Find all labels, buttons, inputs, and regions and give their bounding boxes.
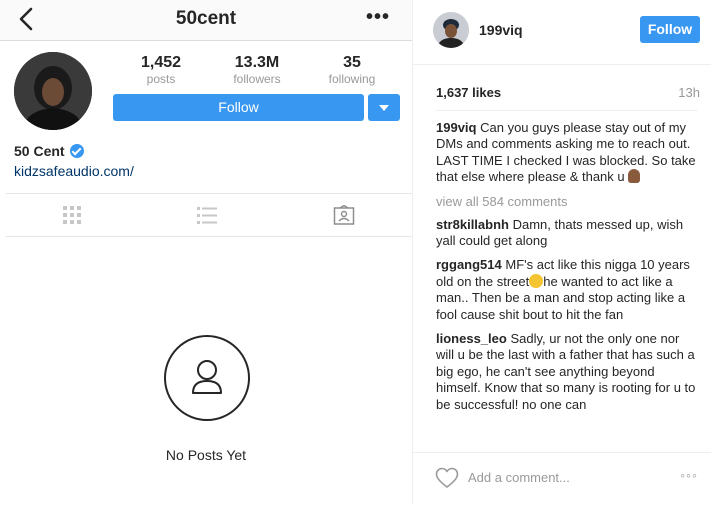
profile-display-name: 50 Cent xyxy=(14,143,65,159)
more-options-icon[interactable]: ••• xyxy=(366,6,390,29)
praying-hands-emoji xyxy=(628,169,641,184)
profile-website-link[interactable]: kidzsafeaudio.com/ xyxy=(14,163,134,179)
post-panel: 199viq Follow 1,637 likes 13h 199viq Can… xyxy=(412,0,711,504)
profile-panel: 50cent ••• 1,452 posts 13.3M followers 3… xyxy=(0,0,412,504)
add-comment-bar: Add a comment... ◦◦◦ xyxy=(413,452,711,505)
profile-avatar[interactable] xyxy=(14,52,92,130)
stat-followers-value: 13.3M xyxy=(234,54,280,71)
comment-username[interactable]: rggang514 xyxy=(436,257,502,272)
comment-username[interactable]: lioness_leo xyxy=(436,331,507,346)
profile-view-tabs xyxy=(6,193,412,237)
comment-username[interactable]: str8killabnh xyxy=(436,217,509,232)
comments-list[interactable]: 199viq Can you guys please stay out of m… xyxy=(436,110,698,454)
post-header: 199viq Follow xyxy=(413,0,711,65)
profile-title: 50cent xyxy=(175,8,237,29)
empty-posts-badge xyxy=(164,335,250,421)
add-comment-input[interactable]: Add a comment... xyxy=(468,470,570,485)
grid-view-icon[interactable] xyxy=(61,205,83,225)
caption: 199viq Can you guys please stay out of m… xyxy=(436,120,698,186)
heart-icon[interactable] xyxy=(435,467,459,489)
suggested-dropdown-button[interactable] xyxy=(368,94,400,121)
caption-username[interactable]: 199viq xyxy=(436,120,476,135)
stat-following-value: 35 xyxy=(343,54,361,71)
empty-posts-text: No Posts Yet xyxy=(165,447,247,463)
comment-item: str8killabnh Damn, thats messed up, wish… xyxy=(436,217,698,250)
stat-followers[interactable]: 13.3M followers xyxy=(217,54,297,86)
profile-follow-button[interactable]: Follow xyxy=(113,94,364,121)
comment-item: rggang514 MF's act like this nigga 10 ye… xyxy=(436,257,698,323)
list-view-icon[interactable] xyxy=(196,205,218,225)
stat-posts[interactable]: 1,452 posts xyxy=(121,54,201,86)
stat-followers-label: followers xyxy=(233,72,281,86)
laughing-emoji xyxy=(529,273,544,288)
view-all-comments-link[interactable]: view all 584 comments xyxy=(436,194,698,210)
profile-top-bar: 50cent ••• xyxy=(0,0,412,41)
verified-badge-icon xyxy=(70,144,84,158)
post-author-username[interactable]: 199viq xyxy=(479,22,523,38)
stat-following[interactable]: 35 following xyxy=(312,54,392,86)
stat-posts-label: posts xyxy=(146,72,176,86)
stat-posts-value: 1,452 xyxy=(140,54,182,71)
comment-item: lioness_leo Sadly, ur not the only one n… xyxy=(436,331,698,413)
stat-following-label: following xyxy=(328,72,376,86)
post-follow-button[interactable]: Follow xyxy=(640,16,700,43)
likes-count[interactable]: 1,637 likes xyxy=(436,85,501,100)
tagged-icon[interactable] xyxy=(333,205,355,225)
person-icon xyxy=(192,360,222,394)
more-dots-icon[interactable]: ◦◦◦ xyxy=(680,467,698,483)
post-timestamp: 13h xyxy=(678,85,700,100)
post-author-avatar[interactable] xyxy=(433,12,469,48)
